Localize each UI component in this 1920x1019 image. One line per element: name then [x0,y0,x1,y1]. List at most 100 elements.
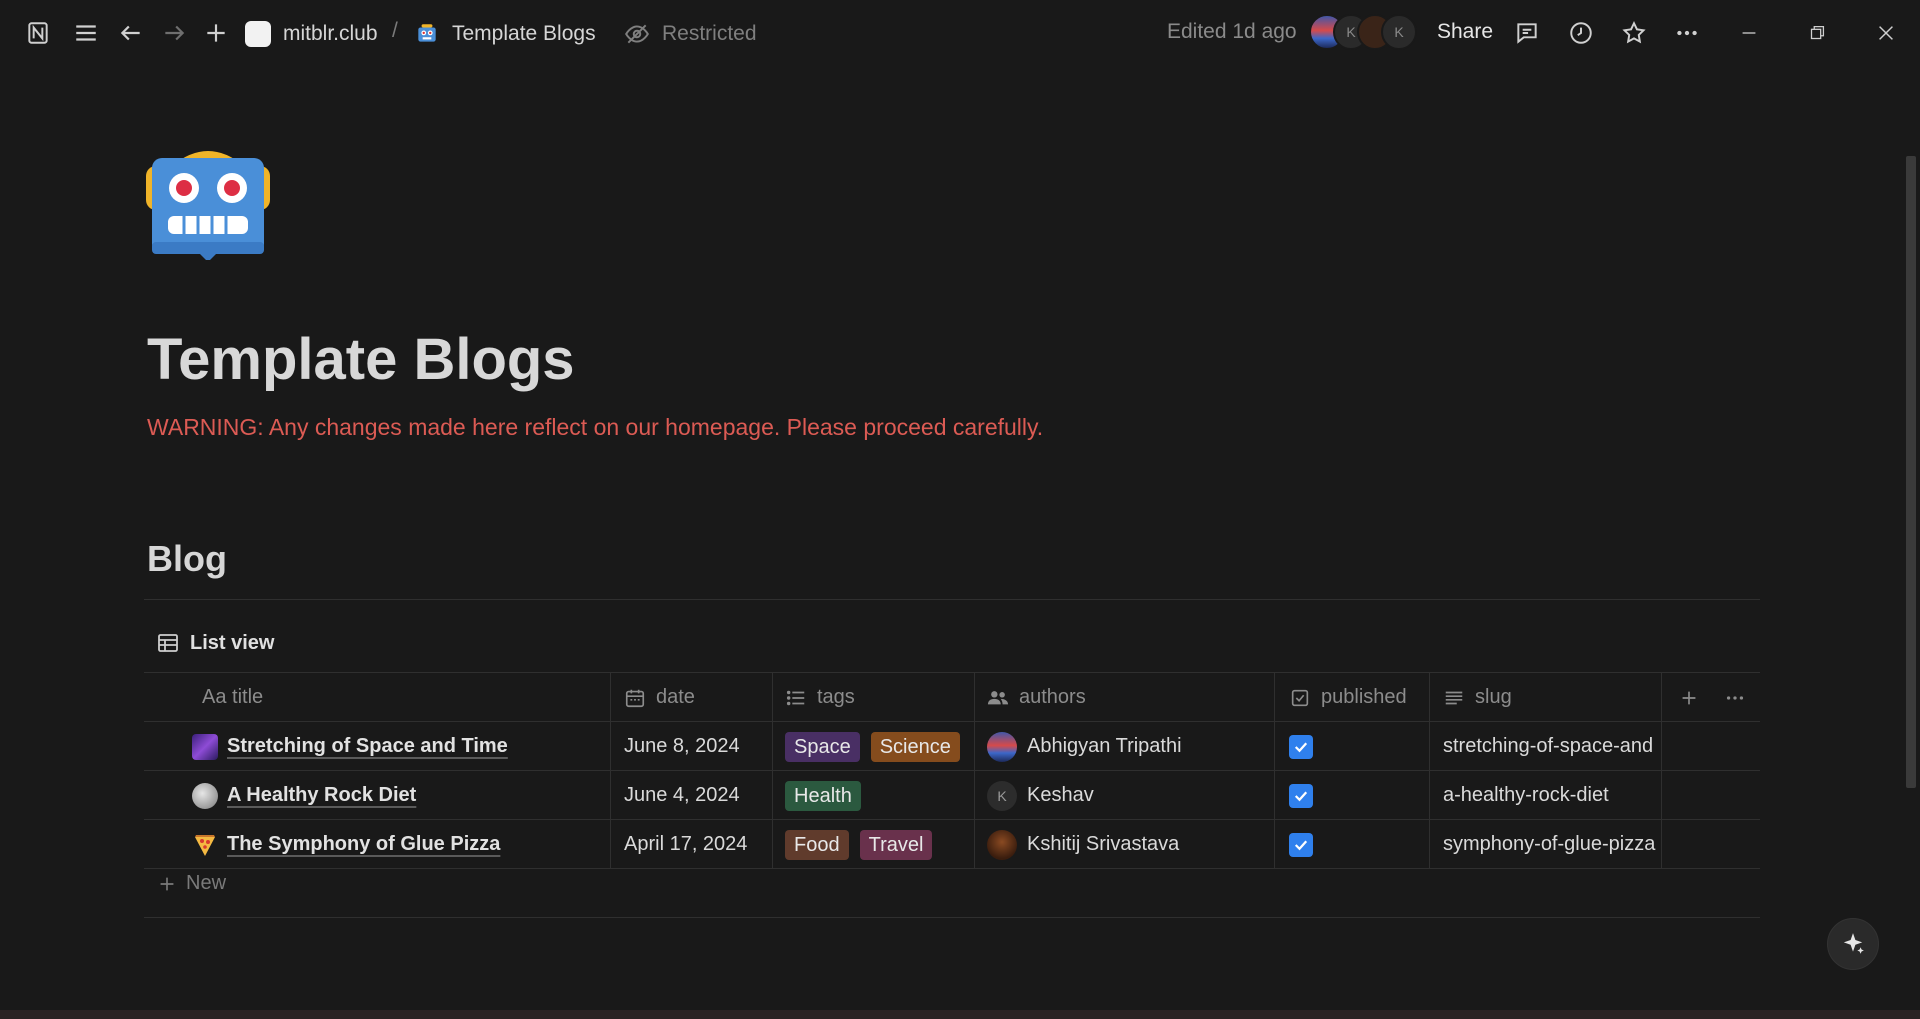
restricted-indicator[interactable]: Restricted [624,19,757,49]
add-property-plus-icon[interactable] [1674,673,1704,722]
edited-timestamp[interactable]: Edited 1d ago [1167,20,1297,44]
authors-cell[interactable]: Kshitij Srivastava [987,820,1277,869]
row-title-link[interactable]: A Healthy Rock Diet [227,784,416,807]
avatar [987,731,1017,762]
page-title[interactable]: Template Blogs [147,326,575,393]
column-header-label: slug [1475,686,1512,708]
new-row-button[interactable]: New [156,872,226,895]
slug-cell[interactable]: symphony-of-glue-pizza [1443,820,1661,869]
checkbox-checked-icon[interactable] [1289,734,1313,759]
column-header-tags[interactable]: tags [785,673,975,722]
date-cell[interactable]: June 8, 2024 [624,722,774,771]
tag-badge: Science [870,731,960,762]
ai-assistant-button[interactable] [1827,918,1879,970]
column-divider [1661,672,1662,869]
calendar-icon [625,689,645,707]
authors-cell[interactable]: Abhigyan Tripathi [987,722,1277,771]
slug-cell[interactable]: stretching-of-space-and [1443,722,1661,771]
column-header-date[interactable]: date [624,673,774,722]
restricted-label: Restricted [662,22,757,45]
eye-off-icon [625,24,649,44]
column-header-label: authors [1019,686,1086,708]
column-divider [974,672,975,869]
vertical-scrollbar[interactable] [1906,156,1916,788]
comments-icon[interactable] [1511,17,1543,49]
robot-icon [418,24,436,42]
table-row[interactable]: Stretching of Space and Time June 8, 202… [144,722,1760,771]
restore-window-icon[interactable] [1801,17,1833,49]
table-header-row: Aa title date tags authors published slu… [144,673,1760,722]
column-divider [772,672,773,869]
divider [144,599,1760,600]
published-cell[interactable] [1289,820,1439,869]
breadcrumb-workspace[interactable]: mitblr.club [245,19,378,49]
published-cell[interactable] [1289,722,1439,771]
column-header-authors[interactable]: authors [987,673,1277,722]
notion-logo-icon[interactable] [22,17,54,49]
table-bottom-border [144,917,1760,918]
table-row[interactable]: A Healthy Rock Diet June 4, 2024 Health … [144,771,1760,820]
title-cell[interactable]: The Symphony of Glue Pizza [192,820,602,869]
date-cell[interactable]: June 4, 2024 [624,771,774,820]
date-cell[interactable]: April 17, 2024 [624,820,774,869]
tags-cell[interactable]: Health [785,771,975,820]
tags-cell[interactable]: Food Travel [785,820,975,869]
column-divider [610,672,611,869]
list-icon [786,690,805,705]
plus-icon [160,877,174,890]
sparkle-icon [1843,933,1864,954]
tag-badge: Space [785,731,860,762]
collaborator-avatars[interactable]: K K [1309,14,1417,50]
column-header-label: published [1321,686,1407,708]
author-name: Keshav [1027,784,1094,806]
warning-text: Any changes made here reflect on our hom… [263,414,1044,440]
page-robot-icon[interactable] [146,136,270,262]
warning-callout[interactable]: WARNING: Any changes made here reflect o… [147,414,1043,441]
view-tab-label: List view [190,631,275,654]
menu-icon[interactable] [70,17,102,49]
milky-way-icon [192,733,218,760]
minimize-window-icon[interactable] [1733,17,1765,49]
view-tab-list[interactable]: List view [156,631,274,655]
checkbox-icon [1291,689,1309,706]
table-row[interactable]: The Symphony of Glue Pizza April 17, 202… [144,820,1760,869]
top-bar: mitblr.club / Template Blogs Restricted … [0,0,1920,66]
back-arrow-icon[interactable] [115,17,147,49]
table-more-options-icon[interactable] [1720,673,1750,722]
close-window-icon[interactable] [1870,17,1902,49]
warning-label: WARNING: [147,414,264,440]
text-lines-icon [1445,691,1463,704]
page-crumb-label: Template Blogs [452,22,596,45]
column-header-published[interactable]: published [1289,673,1439,722]
row-title-link[interactable]: Stretching of Space and Time [227,735,508,758]
tags-cell[interactable]: Space Science [785,722,975,771]
title-cell[interactable]: A Healthy Rock Diet [192,771,602,820]
slug-cell[interactable]: a-healthy-rock-diet [1443,771,1661,820]
checkbox-checked-icon[interactable] [1289,783,1313,808]
workspace-logo-icon [245,21,271,47]
database-heading[interactable]: Blog [147,538,227,580]
avatar: K [987,780,1017,811]
more-options-icon[interactable] [1671,17,1703,49]
checkbox-checked-icon[interactable] [1289,832,1313,857]
column-header-label: tags [817,686,855,708]
history-clock-icon[interactable] [1565,17,1597,49]
tag-badge: Food [785,829,849,860]
row-title-link[interactable]: The Symphony of Glue Pizza [227,833,500,856]
tag-badge: Health [785,780,861,811]
forward-arrow-icon[interactable] [158,17,190,49]
published-cell[interactable] [1289,771,1439,820]
share-button[interactable]: Share [1437,20,1493,44]
column-header-title[interactable]: Aa title [202,673,602,722]
column-header-label: Aa title [202,686,264,708]
breadcrumb-page[interactable]: Template Blogs [414,19,596,49]
column-divider [1429,672,1430,869]
new-page-plus-icon[interactable] [200,17,232,49]
title-cell[interactable]: Stretching of Space and Time [192,722,602,771]
avatar: K [1381,14,1417,50]
authors-cell[interactable]: K Keshav [987,771,1277,820]
favorite-star-icon[interactable] [1618,17,1650,49]
author-name: Kshitij Srivastava [1027,833,1180,855]
column-header-slug[interactable]: slug [1443,673,1633,722]
table-icon [158,634,178,652]
